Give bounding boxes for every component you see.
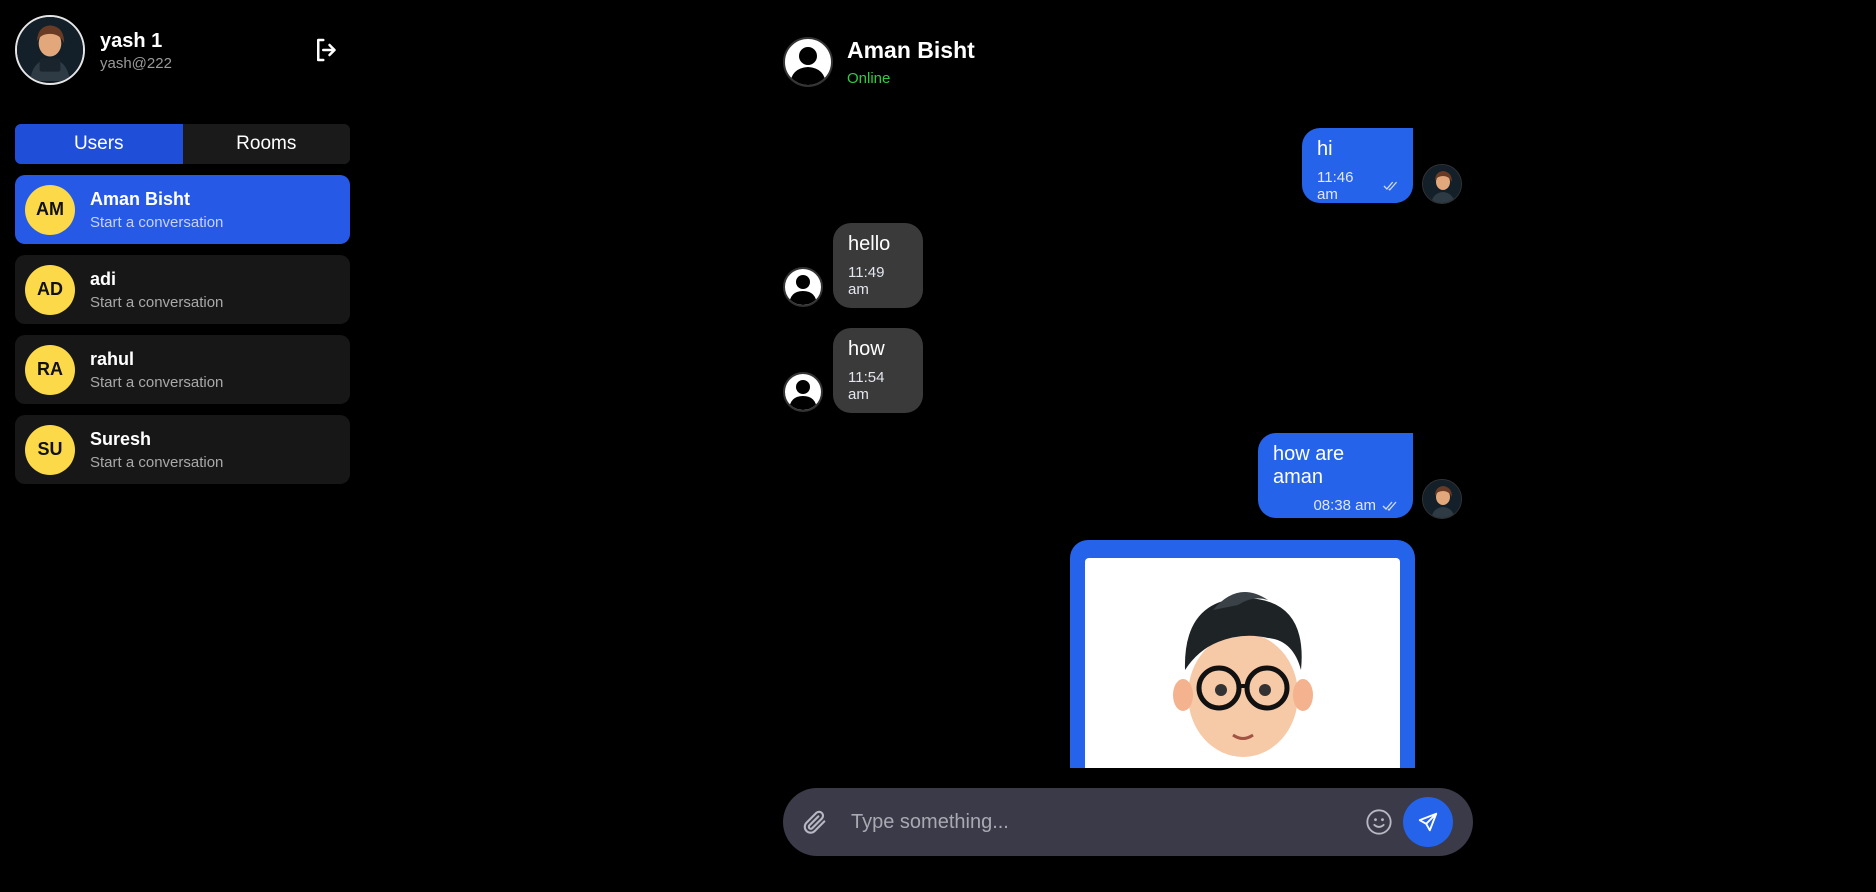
tab-users[interactable]: Users xyxy=(15,124,183,164)
user-subtitle: Start a conversation xyxy=(90,293,224,311)
message-time: 11:54 am xyxy=(848,369,885,403)
profile-avatar xyxy=(15,15,85,85)
image-attachment[interactable] xyxy=(1085,558,1400,768)
message-bubble: how 11:54 am xyxy=(833,328,923,413)
double-check-icon xyxy=(1382,501,1397,511)
sender-avatar xyxy=(1422,164,1462,204)
sidebar: yash 1 yash@222 Users Rooms AM Aman Bish… xyxy=(0,0,366,892)
message-text: hi xyxy=(1317,138,1333,160)
user-subtitle: Start a conversation xyxy=(90,373,224,391)
contact-status: Online xyxy=(847,70,891,87)
message-bubble: hello 11:49 am xyxy=(833,223,923,308)
message-time: 08:38 am xyxy=(1313,497,1376,514)
contact-avatar xyxy=(783,37,833,87)
message-composer xyxy=(783,788,1473,856)
double-check-icon xyxy=(1383,181,1397,191)
paperclip-icon xyxy=(803,810,826,834)
message-meta: 08:38 am xyxy=(1273,497,1398,514)
user-item-aman-bisht[interactable]: AM Aman Bisht Start a conversation xyxy=(15,175,350,244)
hacker-avatar-icon xyxy=(1423,165,1461,203)
message-sent: how are aman 08:38 am xyxy=(1258,433,1413,518)
message-sent: hi 11:46 am xyxy=(1302,128,1413,203)
message-received: hello 11:49 am xyxy=(833,223,923,308)
hacker-avatar-icon xyxy=(17,17,83,81)
message-meta: 11:46 am xyxy=(1317,169,1398,203)
user-name: Aman Bisht xyxy=(90,188,191,209)
send-icon xyxy=(1418,812,1438,832)
person-silhouette-icon xyxy=(789,380,817,410)
user-list: AM Aman Bisht Start a conversation AD ad… xyxy=(15,175,350,495)
tab-rooms[interactable]: Rooms xyxy=(182,124,350,164)
current-user-profile: yash 1 yash@222 xyxy=(15,15,172,85)
user-initials-avatar: AD xyxy=(25,264,75,315)
contact-name: Aman Bisht xyxy=(847,37,975,63)
user-item-rahul[interactable]: RA rahul Start a conversation xyxy=(15,335,350,404)
message-bubble: how are aman 08:38 am xyxy=(1258,433,1413,518)
logout-icon xyxy=(317,38,336,62)
contact-message-avatar xyxy=(783,267,823,307)
user-initials-avatar: SU xyxy=(25,424,75,475)
user-initials-avatar: RA xyxy=(25,344,75,395)
message-input[interactable] xyxy=(849,802,1365,842)
send-button[interactable] xyxy=(1403,797,1453,847)
user-subtitle: Start a conversation xyxy=(90,213,224,231)
hacker-avatar-icon xyxy=(1423,480,1461,518)
attach-button[interactable] xyxy=(801,808,829,836)
message-time: 11:49 am xyxy=(848,264,885,298)
user-name: Suresh xyxy=(90,428,152,449)
person-silhouette-icon xyxy=(789,275,817,305)
person-silhouette-icon xyxy=(790,47,826,85)
message-text: how xyxy=(848,338,885,360)
user-name: rahul xyxy=(90,348,135,369)
emoji-button[interactable] xyxy=(1365,808,1393,836)
smiley-icon xyxy=(1366,809,1392,835)
user-initials-avatar: AM xyxy=(25,184,75,235)
user-subtitle: Start a conversation xyxy=(90,453,224,471)
cartoon-boy-with-glasses-icon xyxy=(1172,592,1313,757)
image-message[interactable] xyxy=(1070,540,1415,768)
sidebar-tabs: Users Rooms xyxy=(15,124,350,164)
profile-name: yash 1 xyxy=(100,29,163,52)
logout-button[interactable] xyxy=(312,35,342,65)
message-list: hi 11:46 am hello 11:49 am how 11:54 am … xyxy=(783,128,1463,768)
message-text: hello xyxy=(848,233,891,255)
user-item-suresh[interactable]: SU Suresh Start a conversation xyxy=(15,415,350,484)
message-bubble: hi 11:46 am xyxy=(1302,128,1413,203)
message-text: how are aman xyxy=(1273,443,1345,488)
user-item-adi[interactable]: AD adi Start a conversation xyxy=(15,255,350,324)
message-received: how 11:54 am xyxy=(833,328,923,413)
message-time: 11:46 am xyxy=(1317,169,1354,203)
contact-message-avatar xyxy=(783,372,823,412)
sender-avatar xyxy=(1422,479,1462,519)
profile-handle: yash@222 xyxy=(100,54,172,72)
chat-header: Aman Bisht Online xyxy=(783,37,975,87)
user-name: adi xyxy=(90,268,117,289)
